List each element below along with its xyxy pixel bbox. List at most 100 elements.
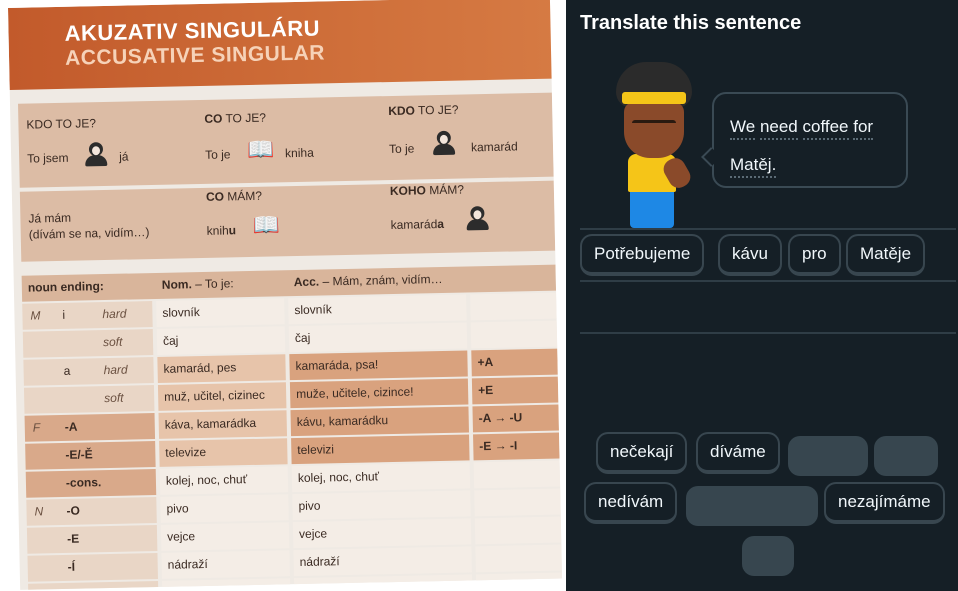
- cell-accusative: pivo: [292, 490, 471, 521]
- text-ja-mam: Já mám: [28, 210, 72, 226]
- answer-chip[interactable]: pro: [788, 234, 841, 276]
- text-kamarad: kamarád: [470, 139, 518, 155]
- cell-nominative: muž, učitel, cizinec: [157, 382, 287, 411]
- answer-line-2: [580, 280, 956, 282]
- cell-accusative: slovník: [288, 294, 467, 325]
- cell-ending: -E: [26, 524, 158, 554]
- text-kniha: kniha: [284, 145, 314, 161]
- header-nominative: Nom. – To je:: [161, 276, 234, 292]
- cell-accusative: stipendium: [294, 574, 473, 590]
- textbook-header: AKUZATIV SINGULÁRU ACCUSATIVE SINGULAR: [8, 0, 563, 90]
- answer-line-1: [580, 228, 956, 230]
- word-bank-chip[interactable]: nezajímáme: [824, 482, 945, 524]
- cell-ending: Mi hard: [22, 301, 153, 330]
- cell-accusative: nádraží: [293, 546, 472, 577]
- person-icon: [85, 142, 108, 167]
- ending-label: -A: [64, 419, 78, 434]
- ending-label: -E: [66, 531, 80, 546]
- word-bank-chip[interactable]: nečekají: [596, 432, 688, 474]
- person-icon: [466, 206, 489, 231]
- cell-accusative: kávu, kamarádku: [290, 406, 469, 437]
- ending-label: i: [62, 307, 66, 322]
- cell-nominative: stipendium: [162, 578, 291, 590]
- word-bank-empty-slot: [686, 486, 818, 526]
- prompt-word[interactable]: coffee: [802, 117, 849, 140]
- text-divam: (dívám se na, vidím…): [28, 225, 150, 242]
- cell-ending: -E/-Ě: [25, 441, 156, 470]
- ending-label: a: [63, 363, 71, 378]
- answer-chip[interactable]: Matěje: [846, 234, 926, 276]
- cell-change-marker: [473, 460, 561, 489]
- word-bank-chip[interactable]: nedívám: [584, 482, 678, 524]
- gender-label: F: [32, 420, 41, 435]
- prompt-word[interactable]: Matěj.: [730, 155, 777, 178]
- cell-accusative: vejce: [292, 518, 472, 549]
- type-label: hard: [102, 306, 127, 322]
- cell-accusative: kolej, noc, chuť: [291, 462, 471, 493]
- question-box-1: KDO TO JE? To jsem já CO TO JE? To je 📖 …: [18, 92, 554, 188]
- cell-change-marker: +A: [471, 348, 558, 377]
- text-to-jsem: To jsem: [27, 150, 69, 166]
- cell-change-marker: -E → -I: [473, 432, 560, 461]
- ending-label: -Í: [67, 559, 76, 574]
- type-label: soft: [102, 334, 123, 350]
- declension-table: noun ending: Nom. – To je: Acc. – Mám, z…: [21, 264, 563, 590]
- text-to-je-kniha: To je: [204, 147, 231, 162]
- type-label: hard: [103, 362, 128, 378]
- cell-change-marker: [474, 488, 561, 517]
- question-koho-mam: KOHO MÁM?: [389, 182, 465, 199]
- book-icon: 📖: [252, 212, 281, 238]
- word-bank-empty-slot: [788, 436, 868, 476]
- gender-label: N: [34, 504, 44, 519]
- text-kamarada: kamaráda: [390, 216, 445, 233]
- question-kdo-to-je: KDO TO JE?: [26, 116, 97, 132]
- text-knihu: knihu: [206, 223, 237, 238]
- answer-line-3: [580, 332, 956, 334]
- prompt-word[interactable]: need: [759, 117, 798, 140]
- cell-change-marker: [475, 544, 562, 573]
- cell-accusative: muže, učitele, cizince!: [289, 378, 469, 409]
- answer-chip[interactable]: Potřebujeme: [580, 234, 705, 276]
- word-bank-chip[interactable]: díváme: [696, 432, 780, 474]
- cell-ending: -Í: [27, 552, 158, 582]
- question-co-mam: CO MÁM?: [205, 188, 263, 204]
- cell-nominative: kolej, noc, chuť: [159, 466, 289, 495]
- cell-ending: -cons.: [25, 469, 157, 498]
- answer-chip[interactable]: kávu: [718, 234, 782, 276]
- cell-ending: soft: [23, 385, 155, 414]
- cell-change-marker: [470, 320, 558, 349]
- cell-nominative: čaj: [156, 326, 286, 355]
- question-box-2: Já mám (dívám se na, vidím…) CO MÁM? kni…: [19, 180, 556, 262]
- cell-nominative: vejce: [160, 522, 290, 551]
- question-co-to-je: CO TO JE?: [204, 110, 267, 126]
- ending-label: -UM: [68, 587, 91, 589]
- text-ja: já: [118, 149, 129, 164]
- cell-nominative: kamarád, pes: [157, 354, 286, 383]
- cell-nominative: televize: [159, 438, 288, 467]
- person-icon: [432, 130, 456, 156]
- book-icon: 📖: [246, 136, 275, 163]
- header-noun-ending: noun ending:: [27, 279, 104, 295]
- cell-accusative: kamaráda, psa!: [289, 350, 468, 381]
- prompt-word[interactable]: for: [853, 117, 874, 140]
- prompt-word[interactable]: We: [730, 117, 756, 140]
- cell-accusative: televizi: [291, 434, 470, 465]
- cell-change-marker: [470, 292, 557, 321]
- cell-nominative: nádraží: [161, 550, 290, 579]
- cell-nominative: káva, kamarádka: [158, 410, 288, 439]
- type-label: soft: [104, 390, 124, 406]
- word-bank-empty-slot: [874, 436, 938, 476]
- cell-ending: -UM: [28, 580, 159, 590]
- translate-exercise-screen: Translate this sentence We need coffee f…: [566, 0, 958, 591]
- prompt-sentence: We need coffee for Matěj.: [730, 108, 900, 184]
- header-accusative: Acc. – Mám, znám, vidím…: [293, 271, 443, 290]
- textbook-subtitle: ACCUSATIVE SINGULAR: [64, 41, 326, 70]
- cell-accusative: čaj: [288, 322, 468, 353]
- ending-label: -O: [66, 503, 81, 518]
- cell-ending: soft: [22, 329, 154, 358]
- exercise-title: Translate this sentence: [580, 12, 802, 34]
- cell-nominative: pivo: [160, 494, 289, 523]
- question-kdo-to-je-2: KDO TO JE?: [388, 102, 459, 119]
- cell-change-marker: [475, 572, 563, 590]
- cell-change-marker: [474, 516, 562, 545]
